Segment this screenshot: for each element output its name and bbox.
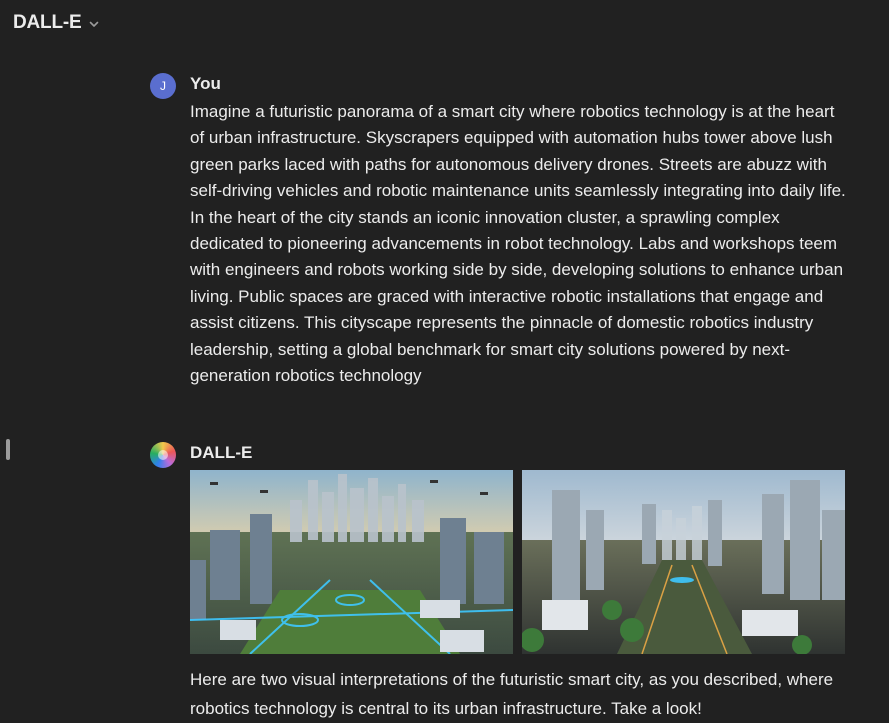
user-avatar-letter: J xyxy=(160,79,166,93)
chevron-down-icon xyxy=(90,21,99,27)
model-selector[interactable]: DALL-E xyxy=(13,12,100,34)
user-message-text: Imagine a futuristic panorama of a smart… xyxy=(190,102,846,386)
user-avatar: J xyxy=(150,73,176,99)
user-sender-name: You xyxy=(190,74,221,93)
model-title: DALL-E xyxy=(13,12,82,33)
generated-images xyxy=(190,470,845,654)
assistant-message-text: Here are two visual interpretations of t… xyxy=(190,670,834,718)
generated-city-image-2-icon xyxy=(522,470,845,654)
sidebar-toggle-handle[interactable] xyxy=(6,439,10,460)
assistant-sender-name: DALL-E xyxy=(190,443,253,462)
generated-image-2[interactable] xyxy=(522,470,845,654)
generated-city-image-1-icon xyxy=(190,470,513,654)
dalle-logo-icon xyxy=(150,442,176,468)
generated-image-1[interactable] xyxy=(190,470,513,654)
